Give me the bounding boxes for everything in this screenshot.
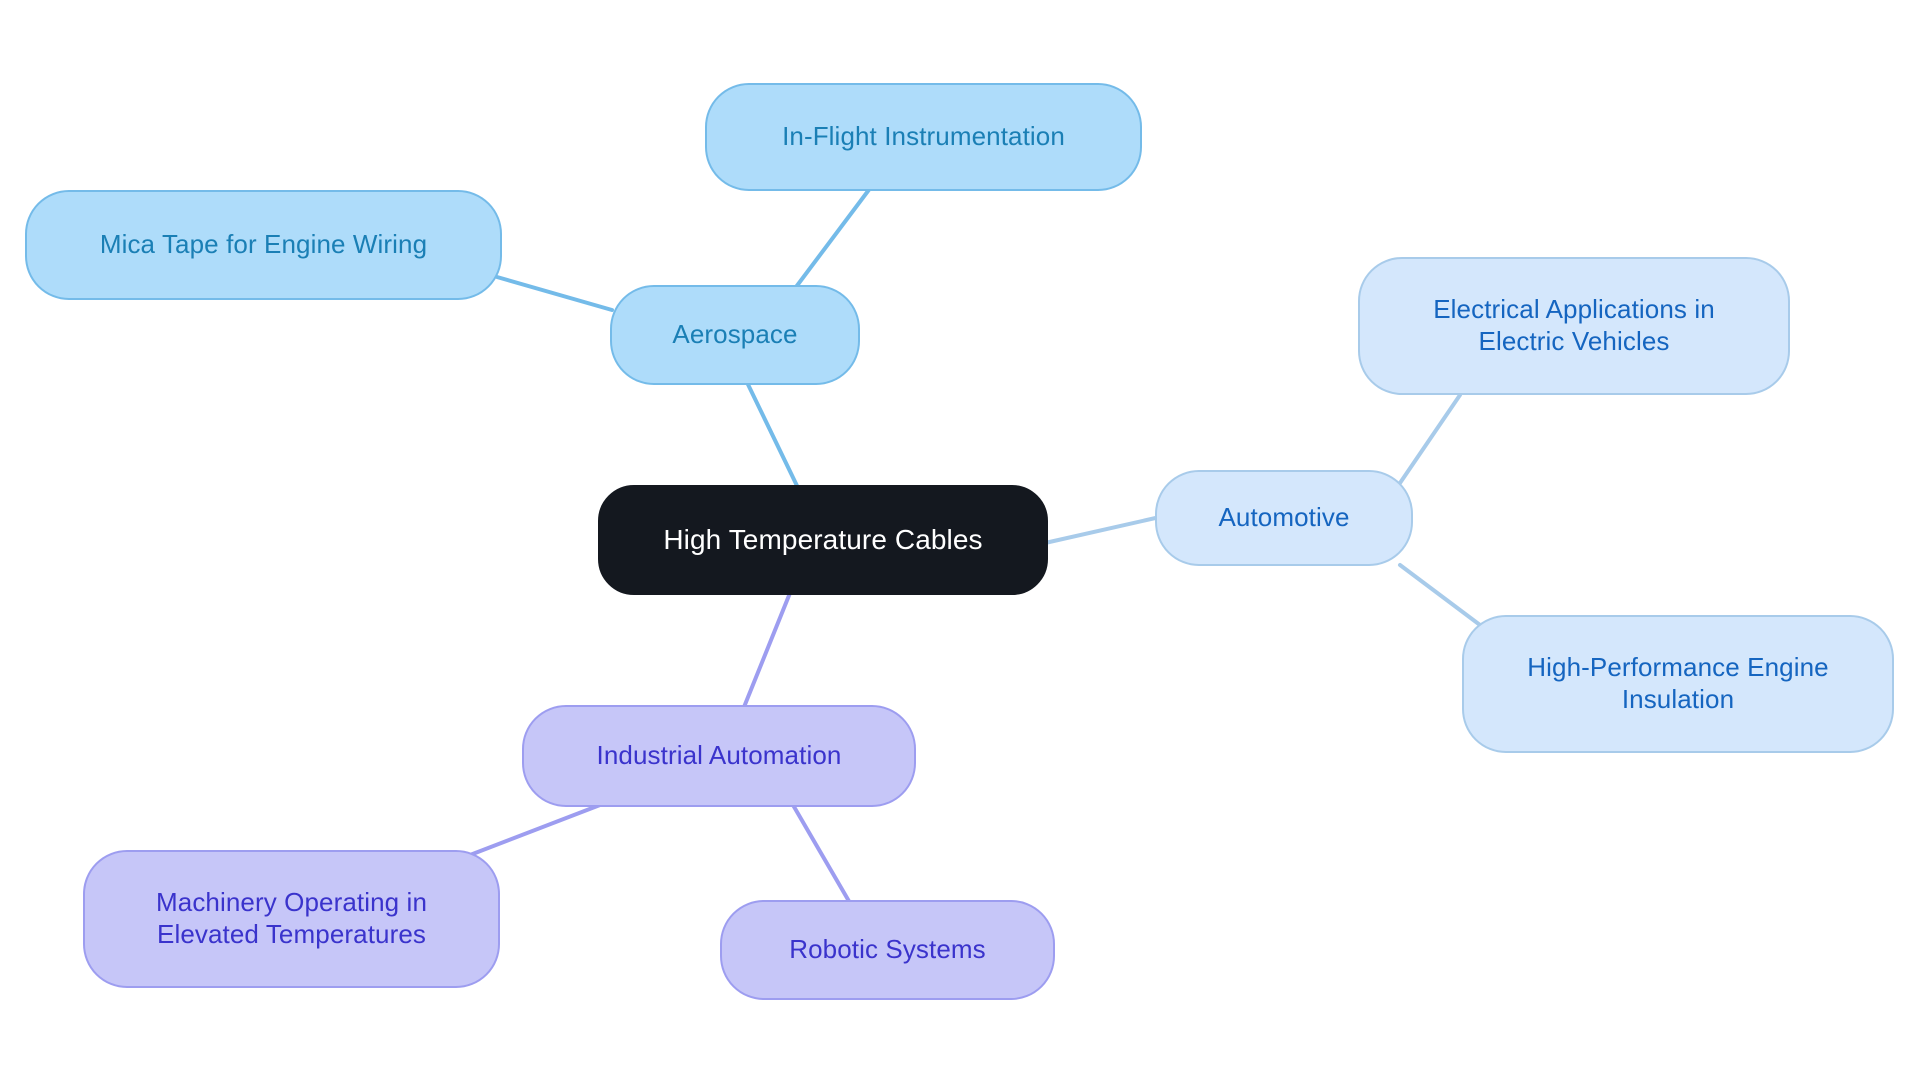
edge-root-industrial	[740, 591, 792, 714]
mindmap-canvas: High Temperature Cables Aerospace Mica T…	[0, 0, 1920, 1083]
edge-aerospace-inflight	[791, 181, 876, 293]
mindmap-leaf-engine-insulation[interactable]: High-Performance Engine Insulation	[1462, 615, 1894, 753]
mindmap-leaf-robotic-systems[interactable]: Robotic Systems	[720, 900, 1055, 1000]
edge-root-automotive	[1043, 515, 1162, 545]
mindmap-branch-aerospace[interactable]: Aerospace	[610, 285, 860, 385]
edge-root-aerospace	[740, 370, 802, 494]
mindmap-leaf-in-flight-instrumentation[interactable]: In-Flight Instrumentation	[705, 83, 1142, 191]
mindmap-branch-automotive[interactable]: Automotive	[1155, 470, 1413, 566]
edge-automotive-ev	[1398, 393, 1462, 485]
edge-aerospace-mica	[495, 275, 614, 312]
mindmap-leaf-machinery[interactable]: Machinery Operating in Elevated Temperat…	[83, 850, 500, 988]
edge-industrial-machinery	[468, 803, 602, 857]
edge-automotive-engine	[1398, 563, 1482, 627]
edge-industrial-robotic	[791, 803, 852, 905]
mindmap-root-node[interactable]: High Temperature Cables	[598, 485, 1048, 595]
mindmap-leaf-mica-tape[interactable]: Mica Tape for Engine Wiring	[25, 190, 502, 300]
mindmap-branch-industrial-automation[interactable]: Industrial Automation	[522, 705, 916, 807]
mindmap-leaf-ev-electrical[interactable]: Electrical Applications in Electric Vehi…	[1358, 257, 1790, 395]
